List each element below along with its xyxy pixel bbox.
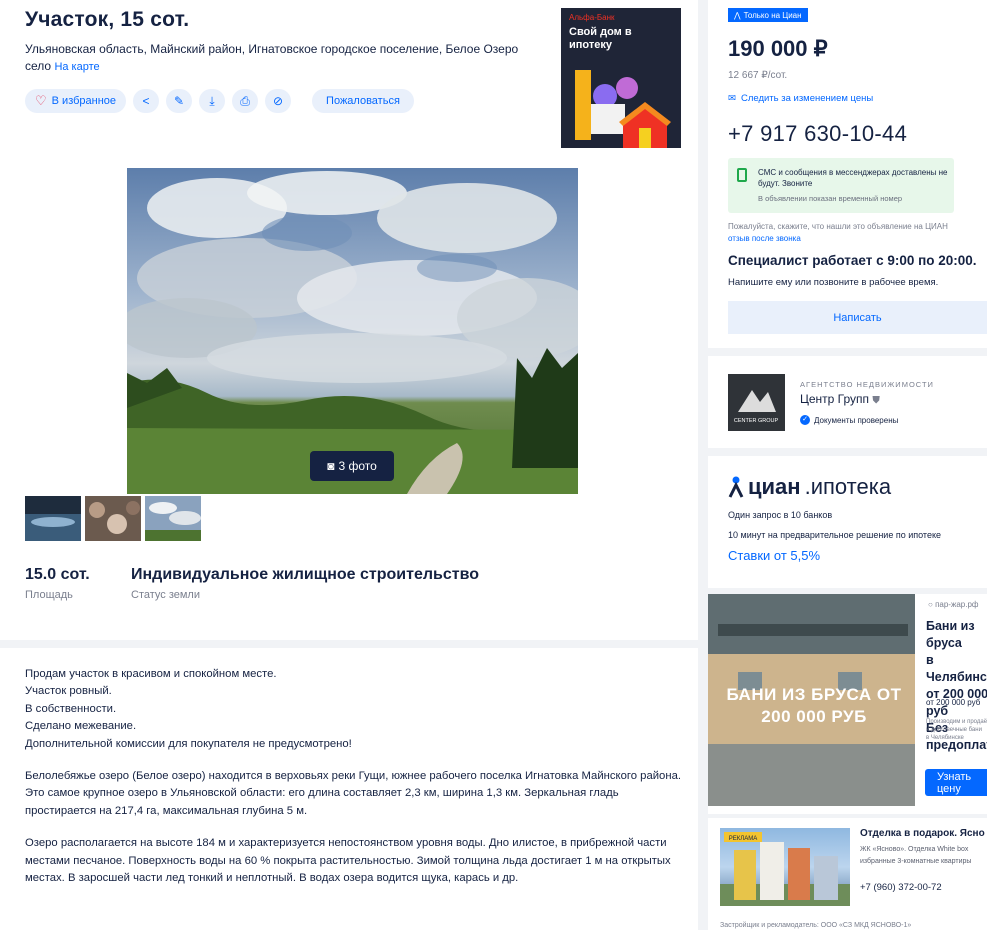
- complain-button[interactable]: Пожаловаться: [312, 89, 414, 113]
- mail-icon: ✉: [728, 93, 736, 104]
- page-title: Участок, 15 сот.: [25, 8, 190, 31]
- otdelka-ad-label: РЕКЛАМА: [729, 836, 757, 842]
- action-bar: ♡ В избранное < ✎ ⤓ ⎙ ⊘ Пожаловаться: [25, 89, 414, 113]
- mortgage-rates-link[interactable]: Ставки от 5,5%: [728, 548, 820, 563]
- favorite-button[interactable]: ♡ В избранное: [25, 89, 127, 113]
- area-label: Площадь: [25, 589, 73, 601]
- otdelka-ad-footer: Застройщик и рекламодатель: ООО «СЗ МКД …: [720, 922, 912, 929]
- area-value: 15.0 сот.: [25, 566, 90, 583]
- print-button[interactable]: ⎙: [232, 89, 259, 113]
- review-link[interactable]: отзыв после звонка: [728, 234, 801, 243]
- info-icon: ○: [928, 600, 933, 609]
- description: Продам участок в красивом и спокойном ме…: [25, 666, 685, 902]
- download-icon: ⤓: [209, 93, 215, 108]
- agency-name-text: Центр Групп: [800, 392, 870, 406]
- track-price-label: Следить за изменением цены: [740, 93, 874, 104]
- please-note: Пожалуйста, скажите, что нашли это объяв…: [728, 221, 987, 245]
- land-status-value: Индивидуальное жилищное строительство: [131, 566, 479, 583]
- otdelka-ad-image: РЕКЛАМА: [720, 828, 850, 906]
- exclusive-badge: ⋀ Только на Циан: [728, 8, 808, 22]
- agency-logo: CENTER GROUP: [728, 374, 785, 431]
- cian-logo-icon: ⋀: [734, 10, 741, 20]
- cian-brand: циан: [748, 474, 801, 499]
- otdelka-ad-details: ЖК «Ясново». Отделка White box избранные…: [860, 846, 972, 865]
- edit-icon: ✎: [174, 94, 185, 108]
- shield-icon: ⛊: [872, 395, 880, 406]
- phone-icon: [737, 168, 747, 182]
- description-paragraph: Белолебяжье озеро (Белое озеро) находитс…: [25, 770, 681, 817]
- write-button[interactable]: Написать: [728, 301, 987, 334]
- heart-icon: ♡: [35, 93, 47, 108]
- thumbnail-lake[interactable]: [25, 496, 81, 541]
- thumbnail-stones[interactable]: [85, 496, 141, 541]
- section-divider: [0, 640, 698, 648]
- download-button[interactable]: ⤓: [199, 89, 226, 113]
- bani-image-text: БАНИ ИЗ БРУСА ОТ 200 000 РУБ: [726, 685, 902, 726]
- check-icon: ✓: [800, 415, 810, 425]
- house-illustration: [575, 70, 671, 148]
- edit-button[interactable]: ✎: [166, 89, 193, 113]
- bani-ad-source: ○ пар-жар.рф: [928, 600, 978, 609]
- cian-mortgage-logo: циан .ипотека: [728, 474, 891, 500]
- description-paragraph: Продам участок в красивом и спокойном ме…: [25, 668, 352, 750]
- temp-number-text: В объявлении показан временный номер: [758, 194, 903, 203]
- sky-landscape-image: [127, 171, 578, 494]
- bani-source-text: пар-жар.рф: [935, 600, 979, 609]
- verified-badge: ✓ Документы проверены: [800, 415, 898, 425]
- print-icon: ⎙: [240, 93, 250, 108]
- hide-button[interactable]: ⊘: [265, 89, 292, 113]
- map-link[interactable]: На карте: [54, 61, 99, 73]
- mortgage-line-1: Один запрос в 10 банков: [728, 510, 833, 520]
- please-note-text: Пожалуйста, скажите, что нашли это объяв…: [728, 222, 948, 231]
- thumbnail-sky[interactable]: [143, 494, 203, 543]
- favorite-label: В избранное: [51, 95, 117, 107]
- price-per-unit: 12 667 ₽/сот.: [728, 70, 788, 81]
- share-icon: <: [142, 94, 150, 108]
- cian-person-icon: [728, 476, 744, 498]
- mortgage-card[interactable]: циан .ипотека Один запрос в 10 банков 10 …: [708, 456, 987, 588]
- track-price-link[interactable]: ✉ Следить за изменением цены: [728, 93, 873, 104]
- bani-ad-image: БАНИ ИЗ БРУСА ОТ 200 000 РУБ: [708, 594, 915, 806]
- share-button[interactable]: <: [133, 89, 160, 113]
- bani-ad[interactable]: БАНИ ИЗ БРУСА ОТ 200 000 РУБ ○ пар-жар.р…: [708, 594, 987, 814]
- agency-card[interactable]: CENTER GROUP АГЕНТСТВО НЕДВИЖИМОСТИ Цент…: [708, 356, 987, 448]
- phone-number[interactable]: +7 917 630-10-44: [728, 121, 907, 147]
- bani-ad-small: Производим и продаём и долговечные бани …: [926, 719, 987, 741]
- address: Ульяновская область, Майнский район, Игн…: [25, 41, 525, 76]
- camera-icon: ◙: [327, 459, 335, 473]
- agency-kind: АГЕНТСТВО НЕДВИЖИМОСТИ: [800, 380, 934, 389]
- specialist-hint: Напишите ему или позвоните в рабочее вре…: [728, 277, 939, 288]
- land-status-label: Статус земли: [131, 589, 200, 601]
- cian-product: .ипотека: [804, 474, 892, 499]
- verified-text: Документы проверены: [814, 415, 899, 425]
- main-photo[interactable]: [127, 168, 578, 494]
- thumbnail-strip: [25, 494, 203, 543]
- specialist-hours: Специалист работает с 9:00 по 20:00.: [728, 253, 977, 268]
- exclusive-badge-label: Только на Циан: [743, 10, 802, 20]
- photo-count-button[interactable]: ◙ 3 фото: [310, 451, 394, 481]
- mortgage-line-2: 10 минут на предварительное решение по и…: [728, 530, 941, 540]
- listing-main: Участок, 15 сот. Ульяновская область, Ма…: [0, 0, 698, 930]
- bank-ad[interactable]: Альфа-Банк Свой дом в ипотеку: [561, 8, 681, 148]
- agency-logo-text: CENTER GROUP: [734, 418, 779, 424]
- otdelka-ad-headline: Отделка в подарок. Ясно: [860, 828, 985, 839]
- bani-ad-button[interactable]: Узнать цену: [925, 769, 987, 796]
- sms-notice: СМС и сообщения в мессенджерах доставлен…: [728, 158, 954, 213]
- photo-count: 3 фото: [338, 459, 377, 473]
- hide-icon: ⊘: [273, 94, 284, 108]
- otdelka-ad[interactable]: РЕКЛАМА Отделка в подарок. Ясно ЖК «Ясно…: [708, 818, 987, 930]
- otdelka-ad-phone[interactable]: +7 (960) 372-00-72: [860, 882, 942, 893]
- price: 190 000 ₽: [728, 36, 828, 61]
- price-card: ⋀ Только на Циан 190 000 ₽ 12 667 ₽/сот.…: [708, 0, 987, 348]
- agency-name: Центр Групп ⛊: [800, 392, 880, 406]
- bani-ad-price: от 200 000 руб: [926, 698, 981, 707]
- description-paragraph: Озеро располагается на высоте 184 м и ха…: [25, 837, 671, 885]
- sms-notice-text: СМС и сообщения в мессенджерах доставлен…: [758, 168, 948, 188]
